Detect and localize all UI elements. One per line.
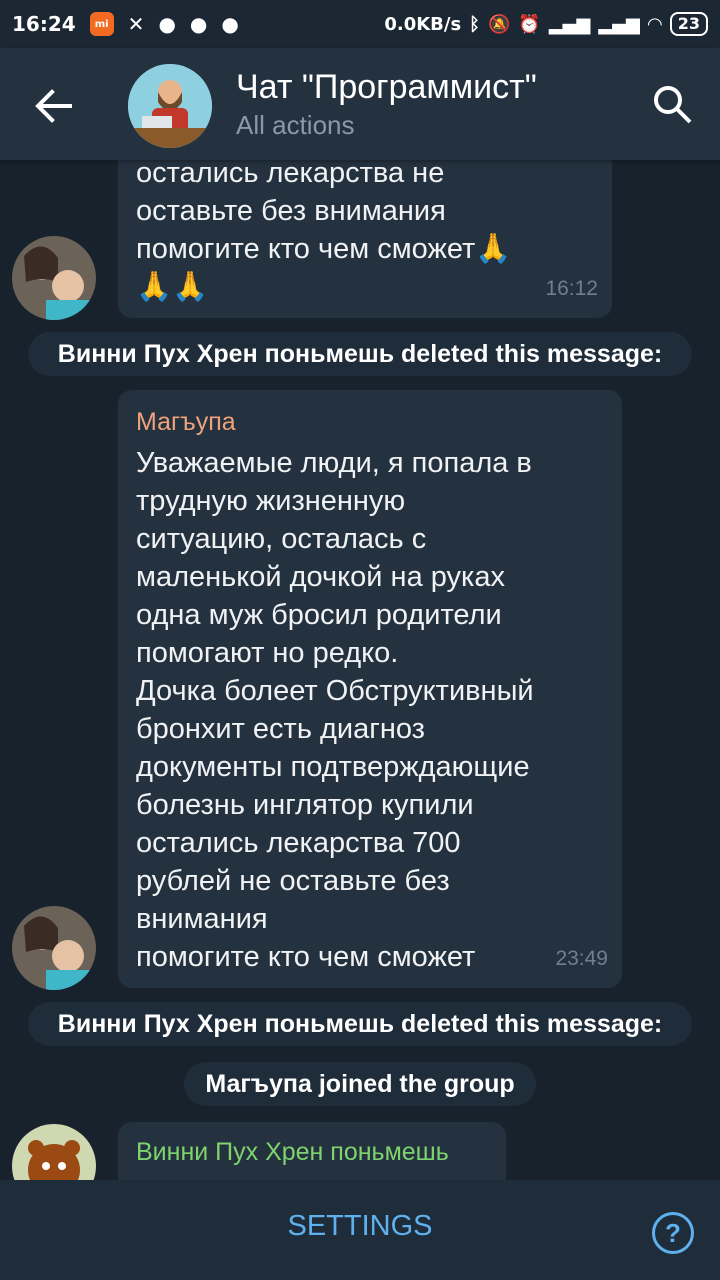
- user-avatar[interactable]: [12, 906, 96, 990]
- bottom-bar: SETTINGS ?: [0, 1180, 720, 1280]
- settings-button[interactable]: SETTINGS: [260, 1210, 460, 1243]
- bluetooth-icon: ᛒ: [469, 13, 480, 35]
- message-text-line: болезнь инглятор купили: [136, 789, 474, 821]
- message-sender[interactable]: Винни Пух Хрен поньмешь: [136, 1136, 449, 1168]
- message-text-line: помогают но редко.: [136, 637, 399, 669]
- status-bar: 16:24 mi ✕ ● ● ● 0.0KB/s ᛒ 🔕 ⏰ ▂▄▆ ▂▄▆ ◠…: [0, 0, 720, 48]
- message-time: 23:49: [555, 947, 608, 970]
- user-avatar[interactable]: [12, 1124, 96, 1180]
- network-speed: 0.0KB/s: [384, 13, 462, 35]
- message-text-line: маленькой дочкой на руках: [136, 561, 506, 593]
- group-avatar[interactable]: [128, 64, 212, 148]
- message-text-line: Уважаемые люди, я попала в: [136, 447, 532, 479]
- message-text-line: помогите кто чем сможет🙏: [136, 233, 512, 265]
- alarm-icon: ⏰: [518, 13, 541, 35]
- signal-icon: ▂▄▆: [598, 13, 640, 35]
- battery-icon: 23: [669, 12, 708, 36]
- search-button[interactable]: [650, 82, 694, 126]
- message-text-line: внимания: [136, 903, 268, 935]
- chat-subtitle: All actions: [236, 110, 355, 140]
- tools-icon: ✕: [127, 12, 145, 36]
- message-text-line: одна муж бросил родители: [136, 599, 502, 631]
- signal-icon: ▂▄▆: [548, 13, 591, 35]
- programmer-avatar-image: [128, 64, 212, 148]
- chat-header: Чат "Программист" All actions: [0, 48, 720, 160]
- location-pin-icon: ●: [158, 12, 176, 36]
- winnie-pooh-avatar-image: [12, 1124, 96, 1180]
- help-icon[interactable]: ?: [652, 1212, 694, 1254]
- status-right: 0.0KB/s ᛒ 🔕 ⏰ ▂▄▆ ▂▄▆ ◠ 23: [384, 0, 708, 48]
- location-pin-icon: ●: [189, 12, 208, 36]
- back-button[interactable]: [30, 82, 78, 130]
- mother-child-photo: [12, 906, 96, 990]
- mi-icon: mi: [89, 12, 114, 36]
- message-text-line: трудную жизненную: [136, 485, 406, 517]
- message-sender[interactable]: Магъупа: [136, 406, 236, 438]
- message-text-line: документы подтверждающие: [136, 751, 530, 783]
- service-message: Магъупа joined the group: [184, 1062, 536, 1106]
- message-text-line: Дочка болеет Обструктивный: [136, 675, 534, 707]
- search-icon: [654, 86, 692, 124]
- message-clip: Винни Пух Хрен поньмешь: [0, 1120, 720, 1180]
- status-left: 16:24 mi ✕ ● ● ●: [12, 0, 239, 48]
- message-time: 16:12: [545, 277, 598, 300]
- user-avatar[interactable]: [12, 236, 96, 320]
- message-text-line: остались лекарства 700: [136, 827, 461, 859]
- service-message: Винни Пух Хрен поньмешь deleted this mes…: [28, 1002, 692, 1046]
- mute-icon: 🔕: [487, 13, 511, 35]
- mother-child-photo: [12, 236, 96, 320]
- message-text-line: бронхит есть диагноз: [136, 713, 425, 745]
- message-text-line: рублей не оставьте без: [136, 865, 450, 897]
- message-text-line: оставьте без внимания: [136, 195, 446, 227]
- message-bubble[interactable]: Винни Пух Хрен поньмешь: [118, 1122, 506, 1180]
- chat-title: Чат "Программист": [236, 68, 537, 106]
- message-text-line: 🙏🙏: [136, 271, 209, 303]
- arrow-left-icon: [35, 89, 72, 123]
- status-time: 16:24: [12, 12, 76, 36]
- wifi-icon: ◠: [647, 13, 662, 35]
- message-text-line: ситуацию, осталась с: [136, 523, 427, 555]
- message-bubble[interactable]: Магъупа Уважаемые люди, я попала в трудн…: [118, 390, 622, 988]
- message-text-line: помогите кто чем сможет: [136, 941, 476, 973]
- location-pin-icon: ●: [221, 12, 239, 36]
- service-message: Винни Пух Хрен поньмешь deleted this mes…: [28, 332, 692, 376]
